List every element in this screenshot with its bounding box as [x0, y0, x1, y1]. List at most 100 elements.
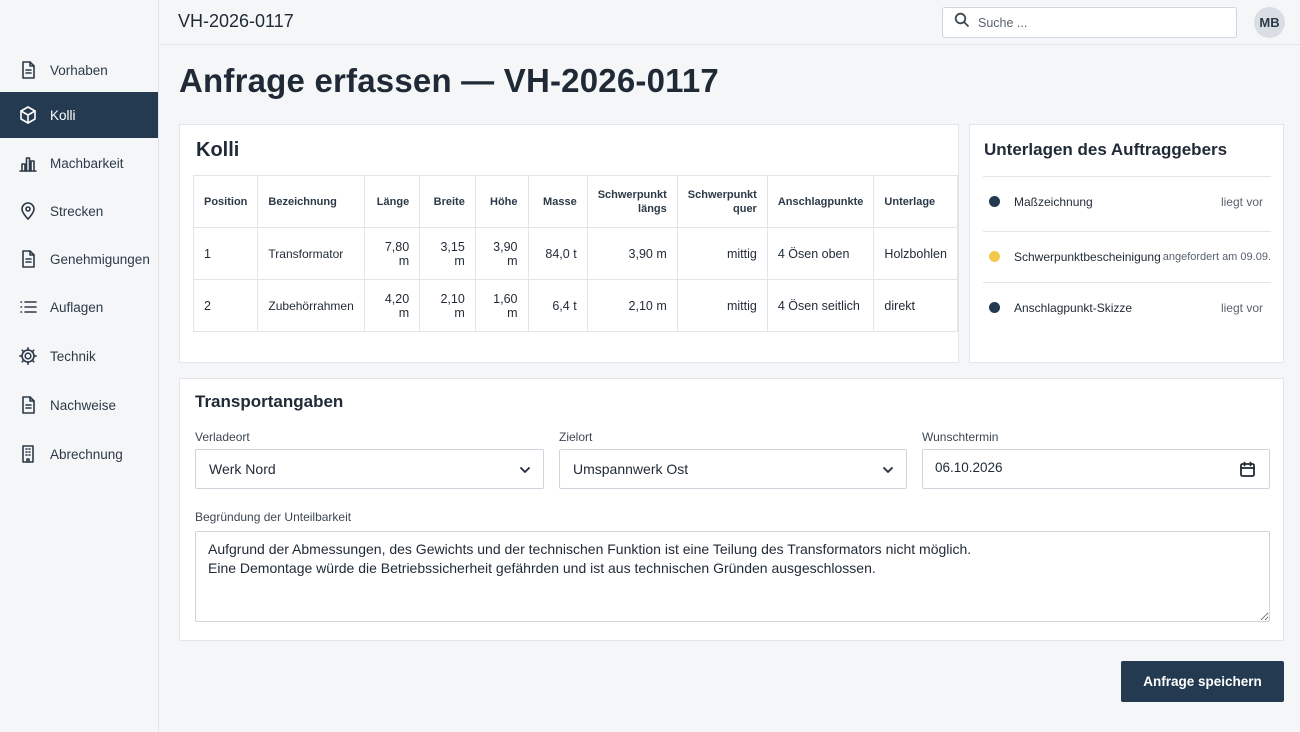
- breadcrumb: VH-2026-0117: [178, 11, 294, 31]
- document-icon: [17, 248, 39, 270]
- sidebar-item-machbarkeit[interactable]: Machbarkeit: [0, 140, 158, 186]
- topbar: VH-2026-0117 MB: [160, 0, 1300, 45]
- save-button[interactable]: Anfrage speichern: [1121, 661, 1284, 702]
- sidebar-item-kolli[interactable]: Kolli: [0, 92, 158, 138]
- sidebar-item-abrechnung[interactable]: Abrechnung: [0, 431, 158, 477]
- list-item[interactable]: Anschlagpunkt-Skizze liegt vor: [983, 282, 1271, 332]
- column-header: Masse: [527, 175, 588, 228]
- cell-breite: 2,10 m: [419, 279, 476, 332]
- cell-schwerpunkt-laengs: 3,90 m: [586, 227, 678, 280]
- package-icon: [17, 104, 39, 126]
- column-header: Unterlage: [873, 175, 958, 228]
- cell-masse: 84,0 t: [527, 227, 588, 280]
- sidebar-item-genehmigungen[interactable]: Genehmigungen: [0, 236, 158, 282]
- sidebar-item-label: Vorhaben: [50, 62, 108, 78]
- column-header: Schwerpunkt längs: [586, 175, 678, 228]
- sidebar-item-label: Auflagen: [50, 299, 104, 315]
- begruendung-textarea[interactable]: Aufgrund der Abmessungen, des Gewichts u…: [195, 531, 1270, 622]
- zielort-label: Zielort: [559, 430, 593, 444]
- document-name: Anschlagpunkt-Skizze: [1014, 300, 1133, 315]
- sidebar-item-nachweise[interactable]: Nachweise: [0, 382, 158, 428]
- column-header: Höhe: [474, 175, 529, 228]
- status-dot: [989, 196, 1000, 207]
- document-icon: [17, 394, 39, 416]
- column-header: Bezeichnung: [257, 175, 365, 228]
- kolli-card: Kolli Position Bezeichnung Länge Breite …: [179, 124, 959, 363]
- search-input[interactable]: [978, 15, 1218, 30]
- cell-schwerpunkt-laengs: 2,10 m: [586, 279, 678, 332]
- kolli-title: Kolli: [196, 139, 240, 161]
- cell-laenge: 4,20 m: [363, 279, 421, 332]
- list-item[interactable]: Maßzeichnung liegt vor: [983, 176, 1271, 226]
- begruendung-label: Begründung der Unteilbarkeit: [195, 510, 352, 524]
- sidebar-item-label: Genehmigungen: [50, 251, 150, 267]
- sidebar-item-technik[interactable]: Technik: [0, 333, 158, 379]
- page-title: Anfrage erfassen — VH-2026-0117: [179, 62, 719, 99]
- wunschtermin-input[interactable]: [935, 460, 1215, 475]
- search-box[interactable]: [942, 7, 1237, 38]
- building-icon: [17, 443, 39, 465]
- zielort-value: Umspannwerk Ost: [573, 461, 689, 477]
- map-pin-icon: [17, 200, 39, 222]
- unterlagen-card: Unterlagen des Auftraggebers Maßzeichnun…: [969, 124, 1284, 363]
- wunschtermin-label: Wunschtermin: [922, 430, 999, 444]
- sidebar-item-vorhaben[interactable]: Vorhaben: [0, 47, 158, 93]
- column-header: Länge: [363, 175, 421, 228]
- verladeort-value: Werk Nord: [209, 461, 276, 477]
- sidebar-item-label: Nachweise: [50, 397, 117, 413]
- sidebar-item-auflagen[interactable]: Auflagen: [0, 284, 158, 330]
- wunschtermin-field[interactable]: [922, 449, 1270, 489]
- cell-unterlage: direkt: [873, 279, 958, 332]
- cell-hoehe: 1,60 m: [474, 279, 529, 332]
- avatar[interactable]: MB: [1254, 7, 1285, 38]
- cell-anschlagpunkte: 4 Ösen seitlich: [766, 279, 875, 332]
- cell-bezeichnung: Zubehörrahmen: [257, 279, 365, 332]
- list-icon: [17, 296, 39, 318]
- unterlagen-title: Unterlagen des Auftraggebers: [984, 140, 1228, 159]
- sidebar-item-label: Strecken: [50, 203, 104, 219]
- cell-laenge: 7,80 m: [363, 227, 421, 280]
- sidebar-item-label: Kolli: [50, 107, 76, 123]
- verladeort-select[interactable]: Werk Nord: [195, 449, 544, 489]
- list-item[interactable]: Schwerpunktbescheinigung angefordert am …: [983, 231, 1271, 281]
- cell-bezeichnung: Transformator: [257, 227, 365, 280]
- search-icon: [954, 12, 970, 33]
- transport-card: Transportangaben Verladeort Werk Nord Zi…: [179, 378, 1284, 641]
- document-icon: [17, 59, 39, 81]
- table-header-row: Position Bezeichnung Länge Breite Höhe M…: [192, 175, 958, 228]
- document-status: angefordert am 09.09.: [1162, 250, 1271, 263]
- sidebar-item-label: Abrechnung: [50, 446, 123, 462]
- cell-masse: 6,4 t: [527, 279, 588, 332]
- cell-position: 1: [192, 227, 259, 280]
- column-header: Anschlagpunkte: [766, 175, 875, 228]
- cell-position: 2: [192, 279, 259, 332]
- column-header: Position: [192, 175, 259, 228]
- bar-chart-icon: [17, 152, 39, 174]
- cell-anschlagpunkte: 4 Ösen oben: [766, 227, 875, 280]
- cell-hoehe: 3,90 m: [474, 227, 529, 280]
- status-dot: [989, 251, 1000, 262]
- column-header: Breite: [419, 175, 476, 228]
- sidebar-item-strecken[interactable]: Strecken: [0, 188, 158, 234]
- status-dot: [989, 302, 1000, 313]
- document-name: Maßzeichnung: [1014, 194, 1093, 209]
- document-status: liegt vor: [1220, 300, 1263, 315]
- table-row[interactable]: 2 Zubehörrahmen 4,20 m 2,10 m 1,60 m 6,4…: [192, 279, 958, 332]
- sidebar-item-label: Technik: [50, 348, 96, 364]
- gear-icon: [17, 345, 39, 367]
- document-name: Schwerpunktbescheinigung: [1014, 249, 1161, 264]
- document-status: liegt vor: [1220, 194, 1263, 209]
- cell-unterlage: Holzbohlen: [873, 227, 958, 280]
- sidebar-item-label: Machbarkeit: [50, 155, 124, 171]
- chevron-down-icon: [518, 463, 532, 477]
- cell-schwerpunkt-quer: mittig: [676, 279, 768, 332]
- calendar-icon[interactable]: [1239, 461, 1257, 479]
- zielort-select[interactable]: Umspannwerk Ost: [559, 449, 907, 489]
- sidebar: Vorhaben Kolli Machbarkeit Strecken Gene…: [0, 0, 159, 732]
- table-row[interactable]: 1 Transformator 7,80 m 3,15 m 3,90 m 84,…: [192, 227, 958, 280]
- cell-breite: 3,15 m: [419, 227, 476, 280]
- cell-schwerpunkt-quer: mittig: [676, 227, 768, 280]
- transport-title: Transportangaben: [195, 392, 344, 411]
- column-header: Schwerpunkt quer: [676, 175, 768, 228]
- verladeort-label: Verladeort: [195, 430, 250, 444]
